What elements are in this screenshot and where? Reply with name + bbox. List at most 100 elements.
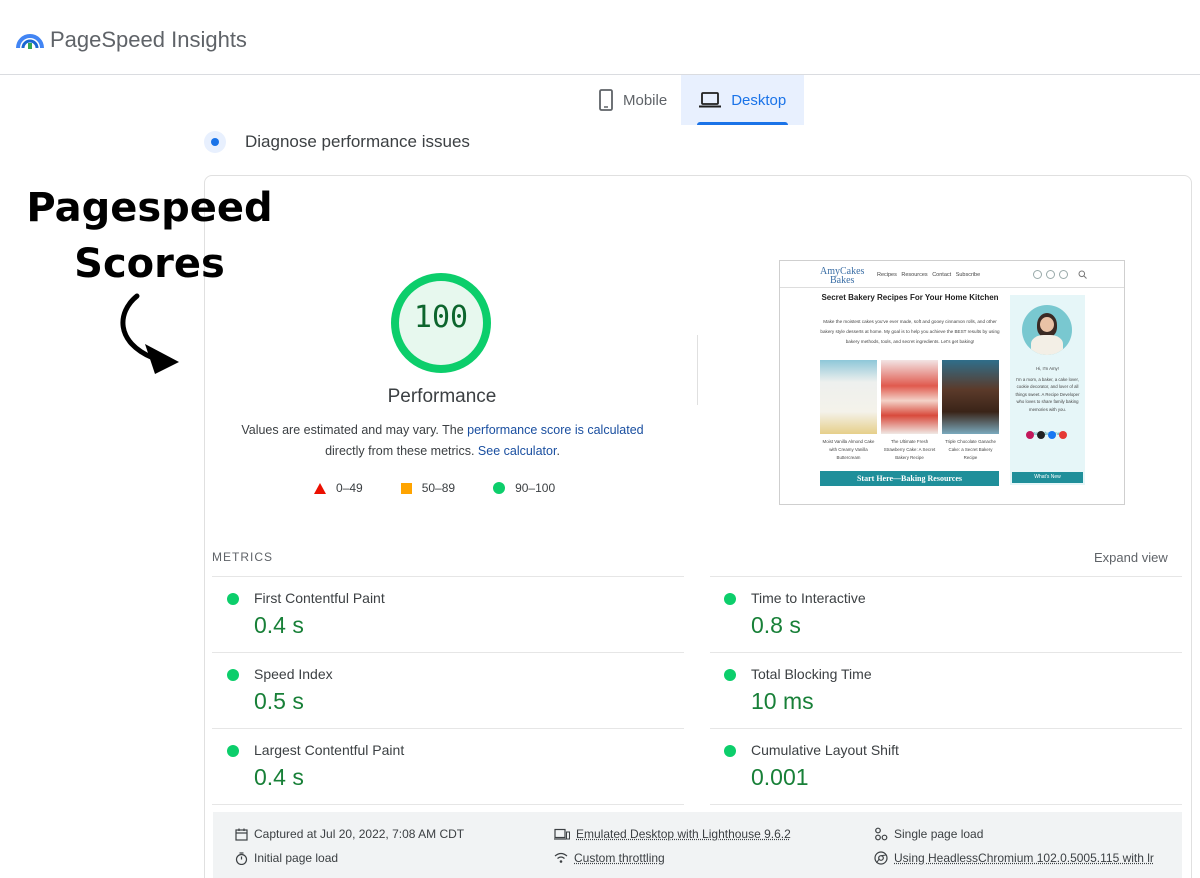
thumb-intro: Make the moistest cakes you've ever made… xyxy=(820,319,1000,344)
metric-time-to-interactive: Time to Interactive 0.8 s xyxy=(724,589,1164,659)
legend-fail-label: 0–49 xyxy=(336,481,363,495)
curved-arrow-icon xyxy=(120,293,179,374)
emulated-device-text: Emulated Desktop with Lighthouse 9.6.2 xyxy=(576,827,791,841)
thumb-caption-3: Triple Chocolate Ganache Cake: a Secret … xyxy=(945,439,996,460)
desc-text-2: directly from these metrics. xyxy=(325,444,478,458)
thumb-social-1-icon xyxy=(1026,431,1034,439)
thumb-sidebar-button: What's New xyxy=(1012,472,1083,483)
metric-label: Cumulative Layout Shift xyxy=(751,742,899,758)
thumb-image-strawberry-cake xyxy=(881,360,938,434)
metric-value: 0.5 s xyxy=(254,688,304,714)
instagram-icon xyxy=(1059,270,1068,279)
pinterest-icon xyxy=(1046,270,1055,279)
annotation-text: Pagespeed Scores xyxy=(22,180,277,292)
tab-desktop-label: Desktop xyxy=(731,91,787,109)
thumb-social-2-icon xyxy=(1037,431,1045,439)
thumb-social-4-icon xyxy=(1059,431,1067,439)
thumb-nav: Recipes Resources Contact Subscribe xyxy=(877,272,981,278)
initial-page-load: Initial page load xyxy=(235,851,338,865)
performance-label: Performance xyxy=(387,386,497,407)
captured-at: Captured at Jul 20, 2022, 7:08 AM CDT xyxy=(235,827,464,841)
pass-circle-icon xyxy=(227,593,239,605)
timer-icon xyxy=(235,851,248,865)
legend-average-label: 50–89 xyxy=(421,481,456,495)
average-square-icon xyxy=(400,482,412,494)
thumb-caption-2: The Ultimate Fresh Strawberry Cake: A Se… xyxy=(883,439,936,460)
metrics-heading: METRICS xyxy=(212,550,273,564)
app-header: PageSpeed Insights xyxy=(0,0,1200,75)
device-tabs: Mobile Desktop xyxy=(585,75,805,125)
app-title[interactable]: PageSpeed Insights xyxy=(50,27,247,53)
throttling-text: Custom throttling xyxy=(574,851,665,865)
see-calculator-link[interactable]: See calculator xyxy=(478,444,557,458)
wifi-icon xyxy=(554,852,568,863)
thumb-social-3-icon xyxy=(1048,431,1056,439)
metric-value: 0.001 xyxy=(751,764,809,790)
metric-value: 10 ms xyxy=(751,688,814,714)
metric-first-contentful-paint: First Contentful Paint 0.4 s xyxy=(227,589,667,659)
vertical-divider xyxy=(697,335,698,405)
thumb-brand-line-2: Bakes xyxy=(830,275,855,286)
single-page-load: Single page load xyxy=(874,827,983,841)
runtime-info-panel: Captured at Jul 20, 2022, 7:08 AM CDT In… xyxy=(213,812,1182,878)
score-legend: 0–49 50–89 90–100 xyxy=(314,481,593,495)
tab-mobile[interactable]: Mobile xyxy=(585,75,681,125)
thumb-cta-button: Start Here—Baking Resources xyxy=(820,471,999,486)
network-icon xyxy=(875,827,888,841)
diagnose-title: Diagnose performance issues xyxy=(245,132,470,151)
legend-fail: 0–49 xyxy=(314,481,363,495)
metric-value: 0.8 s xyxy=(751,612,801,638)
calendar-icon xyxy=(235,828,248,841)
single-page-load-text: Single page load xyxy=(894,827,984,841)
metric-label: Largest Contentful Paint xyxy=(254,742,405,758)
captured-at-text: Captured at Jul 20, 2022, 7:08 AM CDT xyxy=(254,827,465,841)
thumb-avatar xyxy=(1022,305,1072,355)
pagespeed-logo-icon xyxy=(16,34,44,49)
metric-cumulative-layout-shift: Cumulative Layout Shift 0.001 xyxy=(724,741,1164,811)
browser-version[interactable]: Using HeadlessChromium 102.0.5005.115 wi… xyxy=(874,851,1154,865)
phone-icon xyxy=(599,89,613,111)
metric-largest-contentful-paint: Largest Contentful Paint 0.4 s xyxy=(227,741,667,811)
fail-triangle-icon xyxy=(314,482,326,494)
throttling[interactable]: Custom throttling xyxy=(554,851,665,865)
score-calculated-link[interactable]: performance score is calculated xyxy=(467,423,643,437)
tab-desktop[interactable]: Desktop xyxy=(681,75,805,125)
pass-circle-icon xyxy=(493,482,506,494)
pass-circle-icon xyxy=(227,669,239,681)
emulated-device[interactable]: Emulated Desktop with Lighthouse 9.6.2 xyxy=(554,827,791,841)
metric-value: 0.4 s xyxy=(254,764,304,790)
metrics-divider xyxy=(212,576,684,577)
pass-circle-icon xyxy=(724,669,736,681)
legend-pass: 90–100 xyxy=(493,481,555,495)
metric-speed-index: Speed Index 0.5 s xyxy=(227,665,667,735)
thumb-image-chocolate-cake xyxy=(942,360,999,434)
thumb-sidebar-greeting: Hi, I'm Amy! xyxy=(1036,366,1059,371)
metric-value: 0.4 s xyxy=(254,612,304,638)
desc-end: . xyxy=(556,444,560,458)
thumb-brand: AmyCakes Bakes xyxy=(820,267,864,286)
diagnose-icon xyxy=(204,131,226,153)
browser-version-text: Using HeadlessChromium 102.0.5005.115 wi… xyxy=(894,851,1154,865)
thumb-sidebar-bio: I'm a mom, a baker, a cake lover, cookie… xyxy=(1015,376,1080,412)
legend-average: 50–89 xyxy=(400,481,456,495)
pass-circle-icon xyxy=(724,593,736,605)
page-screenshot-thumbnail[interactable]: AmyCakes Bakes Recipes Resources Contact… xyxy=(779,260,1125,505)
desc-text-1: Values are estimated and may vary. The xyxy=(241,423,468,437)
devices-icon xyxy=(554,828,570,840)
performance-description: Values are estimated and may vary. The p… xyxy=(230,420,655,462)
thumb-image-vanilla-cake xyxy=(820,360,877,434)
chrome-icon xyxy=(874,851,888,865)
metric-label: Total Blocking Time xyxy=(751,666,872,682)
metric-total-blocking-time: Total Blocking Time 10 ms xyxy=(724,665,1164,735)
laptop-icon xyxy=(699,92,722,108)
expand-view-toggle[interactable]: Expand view xyxy=(1094,550,1168,565)
facebook-icon xyxy=(1033,270,1042,279)
pass-circle-icon xyxy=(227,745,239,757)
performance-score: 100 xyxy=(413,300,469,335)
metric-label: Speed Index xyxy=(254,666,333,682)
thumb-caption-1: Moist Vanilla Almond Cake with Creamy Va… xyxy=(822,439,875,460)
metric-label: First Contentful Paint xyxy=(254,590,385,606)
search-icon xyxy=(1078,270,1087,279)
thumb-hero-title: Secret Bakery Recipes For Your Home Kitc… xyxy=(821,293,999,302)
annotation-line-1: Pagespeed xyxy=(26,185,273,231)
